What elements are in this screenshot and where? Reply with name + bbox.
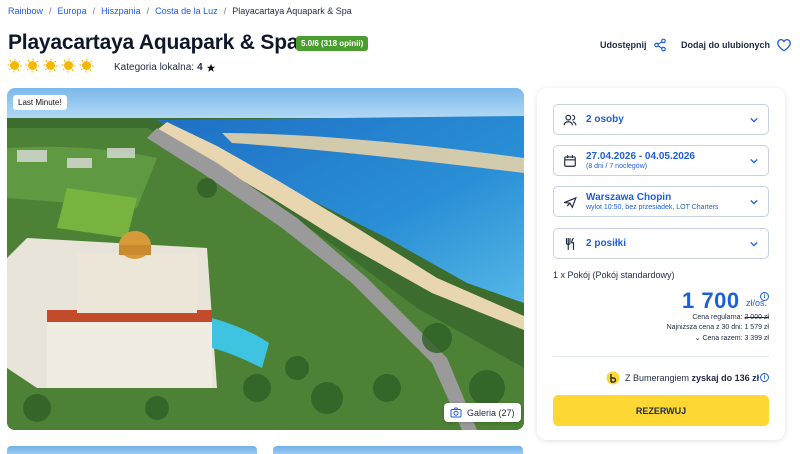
chevron-down-icon [750, 199, 758, 205]
breadcrumb-separator: / [92, 6, 96, 16]
people-icon [563, 114, 577, 126]
regular-price-label: Cena regularna: [692, 314, 743, 321]
local-category-value: 4 [197, 62, 203, 73]
local-category: Kategoria lokalna: 4 [114, 62, 216, 73]
price-unit: zł/os. [746, 298, 768, 308]
cutlery-icon [565, 237, 575, 250]
thumbnail-image[interactable] [7, 446, 257, 454]
share-icon [653, 38, 666, 52]
last-minute-badge: Last Minute! [13, 95, 67, 110]
calendar-icon [564, 155, 576, 167]
thumbnail-image[interactable] [273, 446, 523, 454]
airplane-icon [563, 196, 577, 209]
total-price[interactable]: ⌄ Cena razem: 3 399 zł [695, 334, 769, 342]
total-price-value: 3 399 zł [744, 335, 769, 342]
heart-icon [777, 38, 791, 52]
camera-icon [450, 407, 462, 418]
breadcrumb-link-hiszpania[interactable]: Hiszpania [101, 6, 141, 16]
sun-icon [25, 58, 40, 73]
room-info: 1 x Pokój (Pokój standardowy) [553, 270, 675, 280]
meals-value: 2 posiłki [586, 238, 627, 249]
bumerang-promo: Z Bumerangiem zyskaj do 136 zł [625, 373, 759, 383]
guests-value: 2 osoby [586, 114, 624, 125]
sun-icon [7, 58, 22, 73]
breadcrumb-separator: / [49, 6, 52, 16]
breadcrumb-separator: / [146, 6, 150, 16]
flight-sub: wylot 10:50, bez przesiadek, LOT Charter… [586, 204, 719, 211]
share-button[interactable]: Udostępnij [600, 38, 667, 52]
chevron-down-icon [750, 117, 758, 123]
chevron-down-icon: ⌄ [694, 335, 701, 342]
info-icon[interactable]: i [760, 373, 769, 382]
bumerang-logo-icon [606, 371, 620, 385]
breadcrumb: Rainbow / Europa / Hiszpania / Costa de … [8, 6, 352, 16]
regular-price-value: 2 000 zł [744, 314, 769, 321]
breadcrumb-link-europa[interactable]: Europa [58, 6, 87, 16]
lowest-price-value: 1 579 zł [744, 324, 769, 331]
local-category-label: Kategoria lokalna: [114, 62, 195, 73]
sun-icon [61, 58, 76, 73]
chevron-down-icon [750, 158, 758, 164]
gallery-label: Galeria (27) [467, 407, 515, 418]
sun-icon [43, 58, 58, 73]
share-label: Udostępnij [600, 40, 647, 50]
price-value: 1 700 [682, 288, 740, 313]
gallery-button[interactable]: Galeria (27) [444, 403, 521, 422]
breadcrumb-link-rainbow[interactable]: Rainbow [8, 6, 43, 16]
hotel-rating-suns [7, 58, 94, 73]
breadcrumb-link-costa-de-la-luz[interactable]: Costa de la Luz [155, 6, 218, 16]
breadcrumb-current: Playacartaya Aquapark & Spa [232, 6, 352, 16]
favorite-label: Dodaj do ulubionych [681, 40, 770, 50]
flight-select[interactable]: Warszawa Chopin wylot 10:50, bez przesia… [553, 186, 769, 217]
dates-value: 27.04.2026 - 04.05.2026 [586, 151, 695, 162]
star-icon [206, 63, 215, 72]
guests-select[interactable]: 2 osoby [553, 104, 769, 135]
reserve-button[interactable]: REZERWUJ [553, 395, 769, 426]
dates-sub: (8 dni / 7 noclegów) [586, 163, 648, 170]
bumerang-amount: zyskaj do 136 zł [691, 373, 760, 383]
sun-icon [79, 58, 94, 73]
hotel-hero-image[interactable] [7, 88, 524, 430]
meals-select[interactable]: 2 posiłki [553, 228, 769, 259]
page-title: Playacartaya Aquapark & Spa [8, 31, 299, 54]
flight-value: Warszawa Chopin [586, 192, 672, 203]
dates-select[interactable]: 27.04.2026 - 04.05.2026 (8 dni / 7 nocle… [553, 145, 769, 176]
regular-price: Cena regularna: 2 000 zł [692, 314, 769, 321]
rating-badge[interactable]: 5.0/6 (318 opinii) [296, 36, 369, 51]
hotel-aerial-photo [7, 88, 524, 430]
total-price-label: Cena razem: [702, 335, 743, 342]
chevron-down-icon [750, 241, 758, 247]
booking-panel [537, 88, 785, 440]
favorite-button[interactable]: Dodaj do ulubionych [681, 38, 792, 52]
lowest-price: Najniższa cena z 30 dni: 1 579 zł [667, 324, 769, 331]
breadcrumb-separator: / [223, 6, 227, 16]
panel-divider [553, 356, 769, 357]
bumerang-prefix: Z Bumerangiem [625, 373, 690, 383]
lowest-price-label: Najniższa cena z 30 dni: [666, 324, 743, 331]
